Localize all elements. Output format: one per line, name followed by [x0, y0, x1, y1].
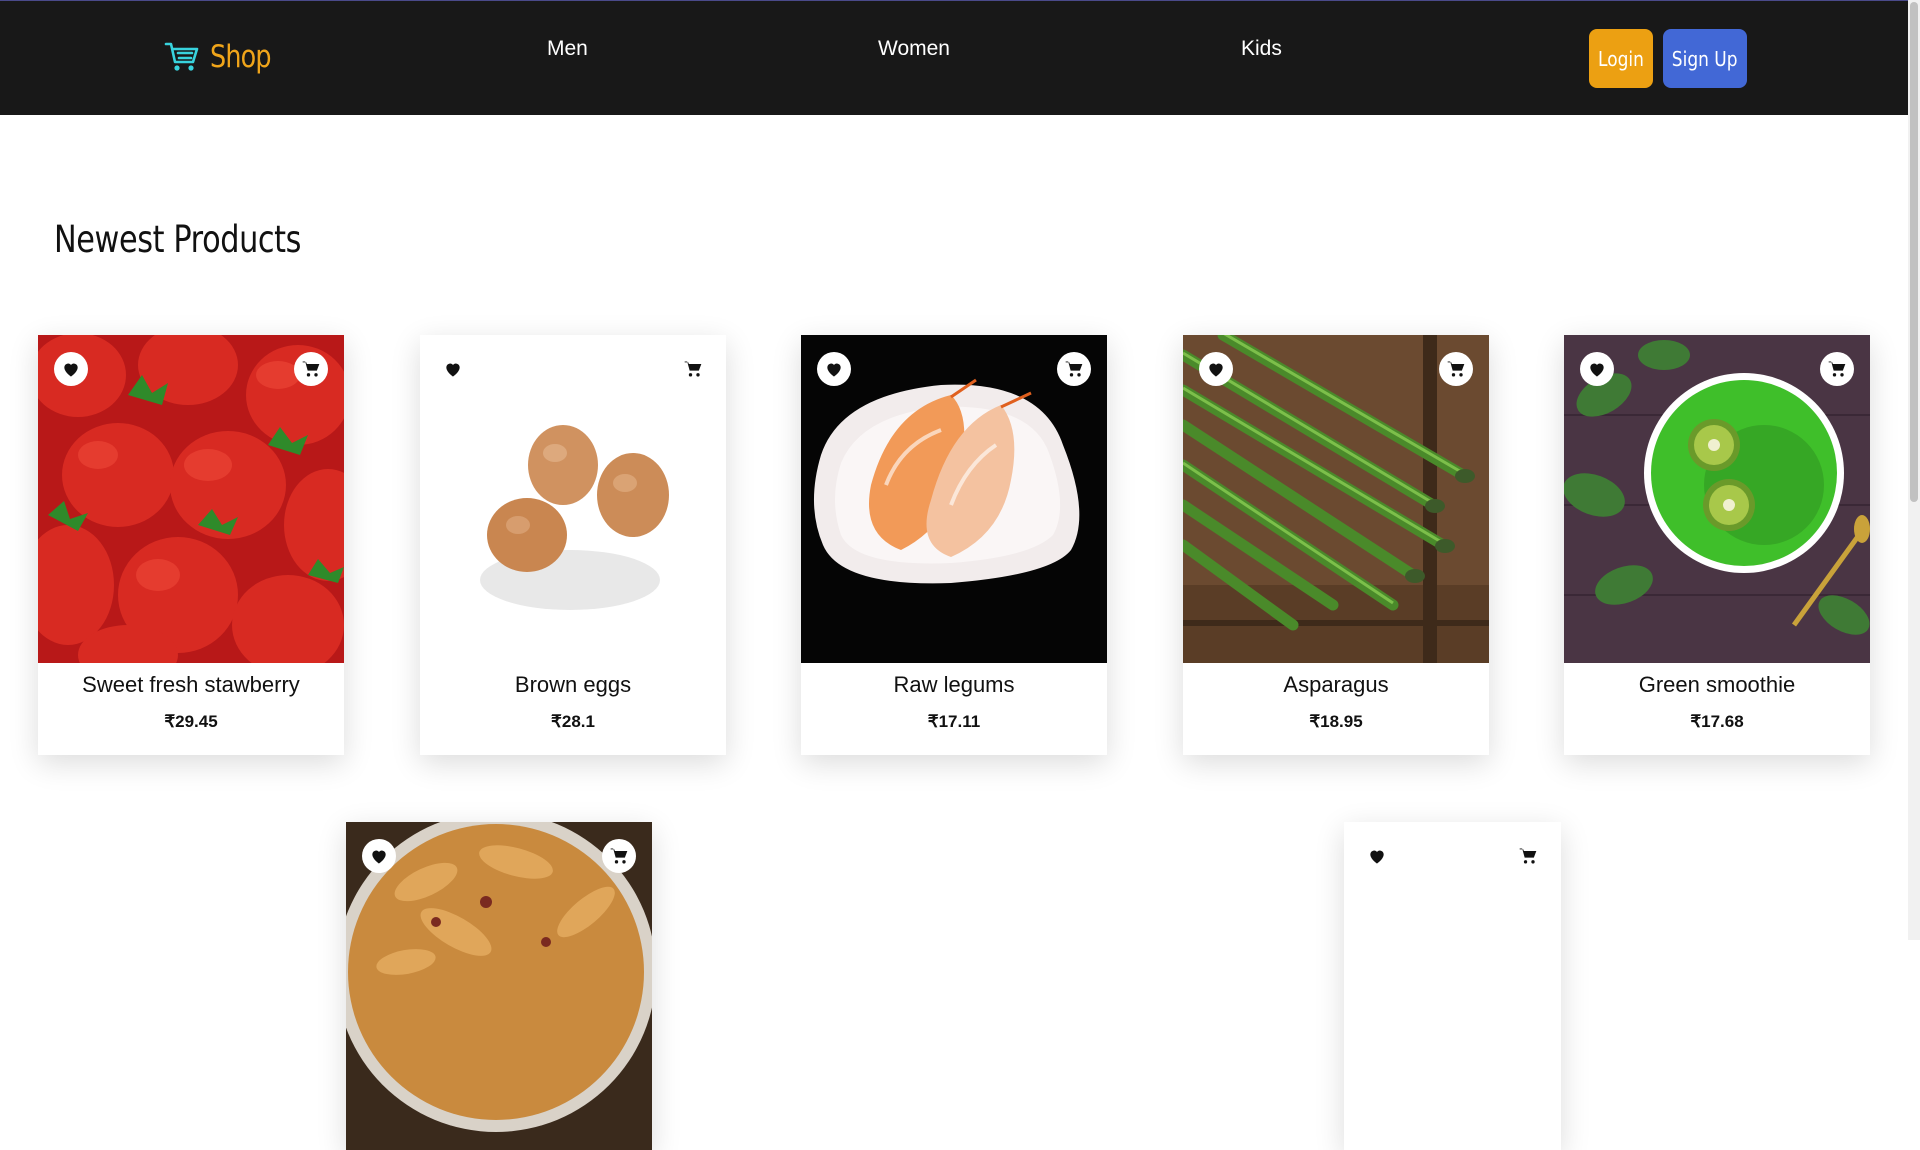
product-image[interactable] — [38, 335, 344, 663]
add-to-cart-button[interactable] — [1439, 352, 1473, 386]
product-image[interactable] — [420, 335, 726, 663]
add-to-cart-button[interactable] — [1820, 352, 1854, 386]
add-to-cart-button[interactable] — [1511, 839, 1545, 873]
add-to-cart-button[interactable] — [1057, 352, 1091, 386]
product-price: ₹17.68 — [1690, 712, 1744, 731]
eggs-image — [420, 335, 726, 663]
favorite-button[interactable] — [54, 352, 88, 386]
add-to-cart-button[interactable] — [676, 352, 710, 386]
strawberries-image — [38, 335, 344, 663]
product-image[interactable] — [1183, 335, 1489, 663]
favorite-button[interactable] — [817, 352, 851, 386]
product-card[interactable]: Brown eggs ₹28.1 — [420, 335, 726, 755]
scrollbar-thumb[interactable] — [1910, 2, 1918, 502]
cart-icon — [1519, 848, 1537, 864]
product-card[interactable]: Raw legums ₹17.11 — [801, 335, 1107, 755]
login-button[interactable]: Login — [1589, 29, 1653, 88]
heart-icon — [827, 363, 841, 377]
favorite-button[interactable] — [1580, 352, 1614, 386]
cart-icon — [1828, 361, 1846, 377]
product-name: Raw legums — [893, 672, 1015, 697]
nav-link-kids[interactable]: Kids — [1241, 37, 1282, 61]
product-image[interactable] — [1564, 335, 1870, 663]
cart-icon — [1065, 361, 1083, 377]
cart-icon — [684, 361, 702, 377]
product-price: ₹18.95 — [1309, 712, 1363, 731]
heart-icon — [1209, 363, 1223, 377]
product-image[interactable] — [801, 335, 1107, 663]
section-title: Newest Products — [54, 218, 302, 261]
favorite-button[interactable] — [1199, 352, 1233, 386]
add-to-cart-button[interactable] — [294, 352, 328, 386]
cart-icon — [610, 848, 628, 864]
product-name: Green smoothie — [1638, 672, 1796, 697]
heart-icon — [1370, 850, 1384, 864]
heart-icon — [64, 363, 78, 377]
product-name: Sweet fresh stawberry — [82, 672, 300, 697]
heart-icon — [372, 850, 386, 864]
navbar: Shop Men Women Kids Login Sign Up — [0, 0, 1908, 115]
brand-logo[interactable]: Shop — [164, 39, 284, 75]
product-image[interactable] — [1344, 822, 1561, 1150]
product-card[interactable] — [1344, 822, 1561, 1150]
heart-icon — [1590, 363, 1604, 377]
green-smoothie-image — [1564, 335, 1870, 663]
pie-image — [346, 822, 652, 1150]
product-price: ₹29.45 — [164, 712, 218, 731]
shrimp-sushi-image — [801, 335, 1107, 663]
favorite-button[interactable] — [436, 352, 470, 386]
signup-button[interactable]: Sign Up — [1663, 29, 1747, 88]
nav-link-men[interactable]: Men — [547, 37, 588, 61]
favorite-button[interactable] — [1360, 839, 1394, 873]
heart-icon — [446, 363, 460, 377]
nav-link-women[interactable]: Women — [878, 37, 950, 61]
brand-name: Shop — [210, 39, 271, 75]
add-to-cart-button[interactable] — [602, 839, 636, 873]
product-card[interactable]: Asparagus ₹18.95 — [1183, 335, 1489, 755]
product-image[interactable] — [346, 822, 652, 1150]
cart-icon — [1447, 361, 1465, 377]
page-scrollbar[interactable] — [1908, 0, 1920, 940]
asparagus-image — [1183, 335, 1489, 663]
favorite-button[interactable] — [362, 839, 396, 873]
product-name: Brown eggs — [514, 672, 632, 697]
product-card[interactable] — [346, 822, 652, 1150]
product-name: Asparagus — [1283, 672, 1389, 697]
product-card[interactable]: Green smoothie ₹17.68 — [1564, 335, 1870, 755]
product-price: ₹28.1 — [551, 712, 595, 731]
product-price: ₹17.11 — [927, 712, 981, 731]
cart-icon — [302, 361, 320, 377]
signup-button-label: Sign Up — [1672, 46, 1738, 71]
cart-icon — [164, 42, 199, 71]
product-card[interactable]: Sweet fresh stawberry ₹29.45 — [38, 335, 344, 755]
login-button-label: Login — [1598, 46, 1644, 71]
